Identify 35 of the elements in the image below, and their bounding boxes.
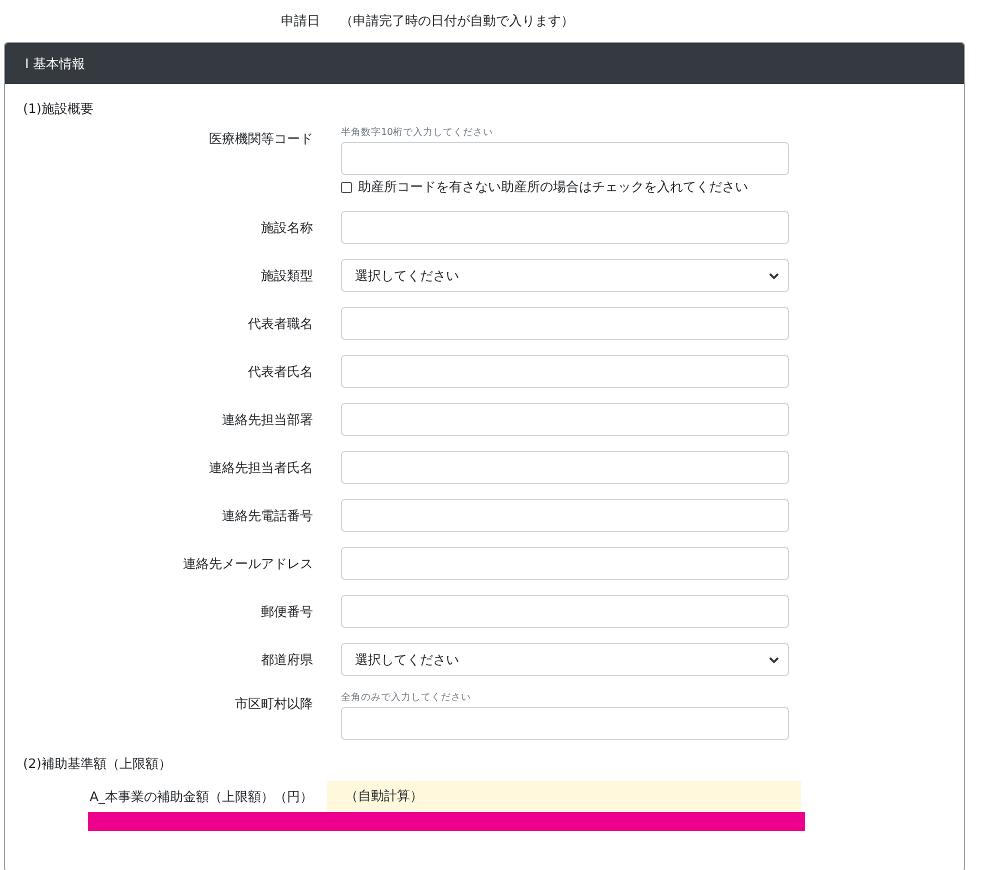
checkbox-label: 助産所コードを有さない助産所の場合はチェックを入れてください [358, 179, 748, 196]
field-label: 施設類型 [260, 268, 313, 285]
text-field[interactable] [341, 451, 789, 484]
date-value: （申請完了時の日付が自動で入ります） [340, 13, 575, 31]
field-label: 連絡先メールアドレス [182, 556, 313, 573]
field-label: 市区町村以降 [234, 696, 313, 713]
field-label: 代表者氏名 [247, 364, 313, 381]
field-hint: 全角のみで入力してください [341, 691, 472, 704]
text-field[interactable] [341, 595, 789, 628]
field-hint: 半角数字10桁で入力してください [341, 126, 494, 139]
field-label: 連絡先電話番号 [221, 508, 313, 525]
field-label: 代表者職名 [247, 316, 313, 333]
select-field[interactable]: 選択してください [341, 643, 789, 676]
text-field[interactable] [341, 707, 789, 740]
checkbox[interactable] [341, 182, 352, 192]
text-field[interactable] [341, 211, 789, 244]
group-title: (1)施設概要 [23, 101, 94, 118]
group-title: (2)補助基準額（上限額） [23, 756, 172, 773]
field-label: 連絡先担当者氏名 [208, 460, 313, 477]
select-field[interactable]: 選択してください [341, 259, 789, 292]
field-label: 都道府県 [260, 652, 313, 669]
field-label: 連絡先担当部署 [221, 412, 313, 429]
text-field[interactable] [341, 499, 789, 532]
text-field[interactable] [341, 355, 789, 388]
field-label: 医療機関等コード [208, 131, 313, 148]
text-field[interactable] [341, 142, 789, 175]
text-field[interactable] [341, 403, 789, 436]
date-label: 申請日 [280, 13, 320, 31]
field-label: 郵便番号 [260, 604, 313, 621]
field-label: 施設名称 [260, 220, 313, 237]
text-field[interactable] [341, 307, 789, 340]
text-field[interactable] [341, 547, 789, 580]
section-header: Ⅰ 基本情報 [5, 43, 964, 84]
field-label: A_本事業の補助金額（上限額）（円） [88, 789, 313, 806]
auto-value-field: （自動計算） [327, 781, 801, 811]
